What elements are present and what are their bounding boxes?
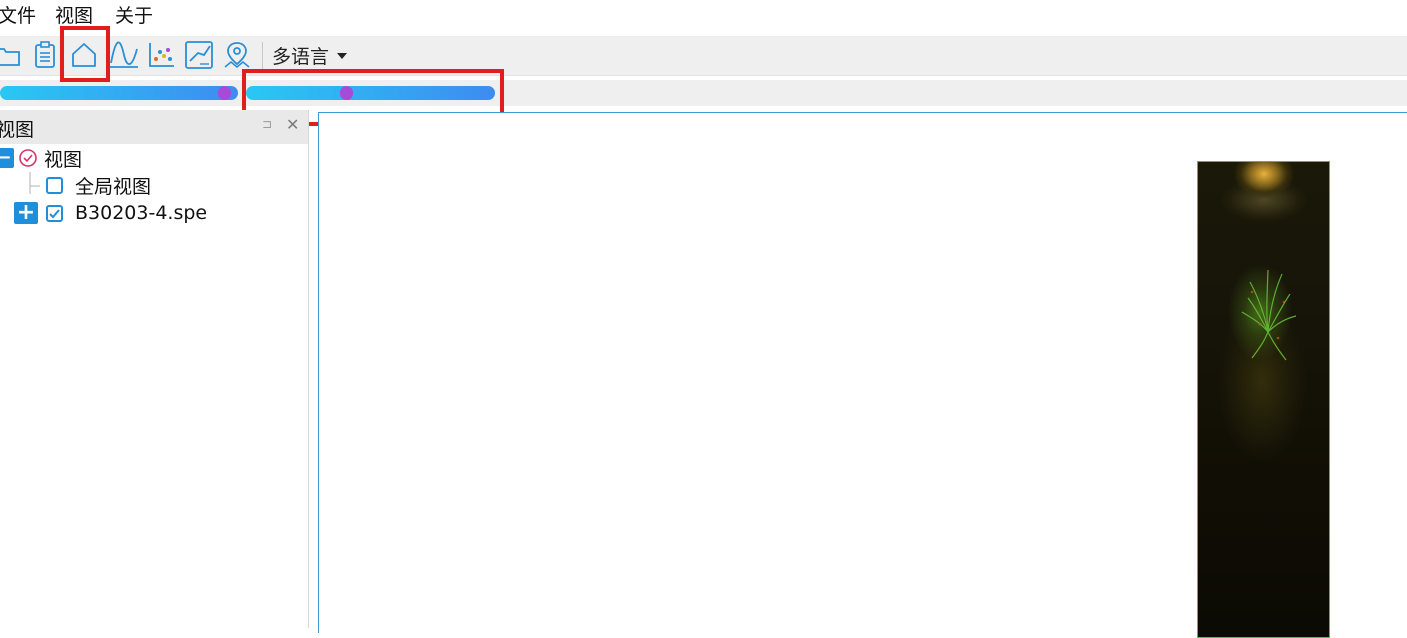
range-slider-left[interactable] — [0, 86, 238, 100]
view-panel: 视图 ⊐ ✕ − 视图 全局视图 + B30203-4.spe — [0, 110, 309, 628]
panel-title: 视图 — [0, 119, 35, 141]
file-checkbox[interactable] — [46, 204, 63, 222]
panel-header: 视图 ⊐ ✕ — [0, 110, 308, 144]
pin-icon[interactable]: ⊐ — [262, 117, 272, 131]
checkmark-icon — [49, 208, 60, 218]
slider-bar — [0, 80, 1407, 106]
toolbar-separator — [262, 42, 263, 69]
check-circle-icon — [19, 149, 37, 167]
spectral-image[interactable] — [1197, 161, 1330, 638]
tree-root-label: 视图 — [44, 148, 83, 171]
tree-node-global-view[interactable]: 全局视图 — [46, 172, 151, 198]
image-viewport[interactable] — [318, 112, 1407, 638]
collapse-icon[interactable]: − — [0, 148, 14, 168]
menu-view[interactable]: 视图 — [55, 4, 93, 28]
global-view-label: 全局视图 — [75, 175, 152, 198]
close-icon[interactable]: ✕ — [286, 115, 299, 134]
tree-node-file[interactable]: + B30203-4.spe — [14, 200, 207, 226]
curve-icon[interactable] — [109, 40, 139, 70]
slider-thumb-left[interactable] — [218, 86, 231, 100]
menu-about[interactable]: 关于 — [115, 4, 153, 28]
scatter-chart-icon[interactable] — [146, 40, 176, 70]
line-chart-icon[interactable] — [184, 40, 214, 70]
file-label: B30203-4.spe — [75, 202, 208, 224]
plant-graphic — [1241, 269, 1297, 361]
menu-file[interactable]: 文件 — [0, 4, 36, 28]
map-pin-icon[interactable] — [222, 40, 252, 70]
tree-node-root[interactable]: − 视图 — [0, 145, 82, 171]
toolbar: 多语言 — [0, 36, 1407, 76]
expand-icon[interactable]: + — [14, 202, 38, 224]
language-label: 多语言 — [272, 45, 330, 68]
open-folder-icon[interactable] — [0, 40, 22, 70]
caret-down-icon — [337, 53, 348, 59]
tree-connector — [29, 172, 40, 194]
global-view-checkbox[interactable] — [46, 176, 63, 194]
highlight-home-button — [60, 26, 110, 82]
language-dropdown[interactable]: 多语言 — [272, 40, 348, 70]
menu-bar: 文件 视图 关于 — [0, 0, 1407, 32]
clipboard-icon[interactable] — [30, 40, 60, 70]
